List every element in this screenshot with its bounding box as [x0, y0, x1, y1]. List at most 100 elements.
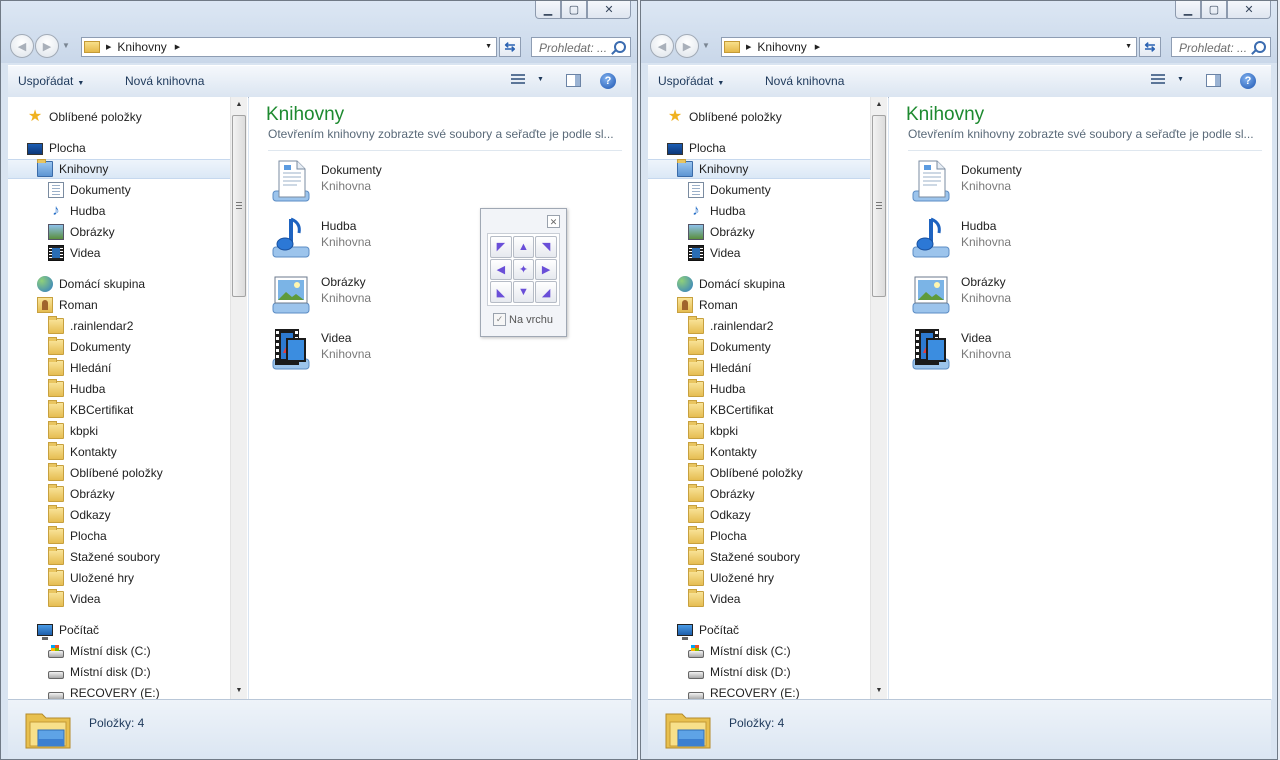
recent-pages-dropdown-icon[interactable]: ▼ [62, 34, 70, 58]
nav-item[interactable]: Dokumenty [8, 337, 230, 357]
nav-item[interactable]: Obrázky [648, 484, 870, 504]
back-button[interactable]: ◀ [650, 34, 674, 58]
new-library-button[interactable]: Nová knihovna [765, 74, 844, 88]
nav-item[interactable]: ♪ Hudba [8, 201, 230, 221]
nav-item[interactable]: Dokumenty [648, 337, 870, 357]
nav-item[interactable]: Odkazy [8, 505, 230, 525]
library-item[interactable]: Obrázky Knihovna [267, 269, 427, 317]
nav-item[interactable]: Stažené soubory [648, 547, 870, 567]
nav-item[interactable]: KBCertifikat [8, 400, 230, 420]
forward-button[interactable]: ▶ [35, 34, 59, 58]
nav-item[interactable]: Oblíbené položky [8, 463, 230, 483]
nav-item[interactable]: Uložené hry [648, 568, 870, 588]
scroll-down-icon[interactable]: ▼ [231, 683, 247, 699]
scroll-thumb[interactable] [872, 115, 886, 297]
close-button[interactable]: ✕ [587, 1, 631, 19]
library-item[interactable]: Dokumenty Knihovna [267, 157, 427, 205]
organize-button[interactable]: Uspořádat ▼ [658, 74, 724, 88]
nav-item[interactable]: kbpki [648, 421, 870, 441]
navigation-scrollbar[interactable]: ▲ ▼ [870, 97, 887, 699]
new-library-button[interactable]: Nová knihovna [125, 74, 204, 88]
arrow-bottom-right-icon[interactable]: ◢ [535, 281, 557, 303]
library-item[interactable]: Videa Knihovna [907, 325, 1067, 373]
search-icon[interactable] [614, 41, 626, 53]
back-button[interactable]: ◀ [10, 34, 34, 58]
nav-item[interactable]: Domácí skupina [648, 274, 870, 294]
nav-item[interactable]: Roman [648, 295, 870, 315]
nav-item[interactable]: .rainlendar2 [648, 316, 870, 336]
change-view-icon[interactable] [1151, 74, 1165, 87]
nav-item[interactable]: Obrázky [648, 222, 870, 242]
breadcrumb-arrow-icon[interactable]: ▶ [815, 43, 820, 51]
center-icon[interactable]: ✦ [512, 258, 535, 281]
scroll-thumb[interactable] [232, 115, 246, 297]
nav-item[interactable]: RECOVERY (E:) [8, 683, 230, 699]
address-dropdown-icon[interactable]: ▼ [485, 43, 492, 50]
nav-item[interactable]: ★ Oblíbené položky [648, 107, 870, 127]
breadcrumb-arrow-icon[interactable]: ▶ [746, 43, 751, 51]
nav-item[interactable]: .rainlendar2 [8, 316, 230, 336]
scroll-up-icon[interactable]: ▲ [231, 97, 247, 113]
nav-item[interactable]: Místní disk (C:) [8, 641, 230, 661]
breadcrumb-arrow-icon[interactable]: ▶ [175, 43, 180, 51]
nav-item[interactable]: Kontakty [8, 442, 230, 462]
preview-pane-icon[interactable] [566, 74, 581, 87]
nav-item[interactable]: RECOVERY (E:) [648, 683, 870, 699]
nav-item[interactable]: Knihovny [8, 159, 230, 179]
nav-item[interactable]: Hudba [8, 379, 230, 399]
library-item[interactable]: Videa Knihovna [267, 325, 427, 373]
nav-item[interactable]: Počítač [648, 620, 870, 640]
scroll-up-icon[interactable]: ▲ [871, 97, 887, 113]
arrow-top-right-icon[interactable]: ◥ [535, 236, 557, 258]
organize-button[interactable]: Uspořádat ▼ [18, 74, 84, 88]
navigation-scrollbar[interactable]: ▲ ▼ [230, 97, 247, 699]
recent-pages-dropdown-icon[interactable]: ▼ [702, 34, 710, 58]
library-item[interactable]: Hudba Knihovna [907, 213, 1067, 261]
nav-item[interactable]: Plocha [8, 138, 230, 158]
view-options-dropdown-icon[interactable]: ▼ [537, 76, 544, 83]
nav-item[interactable]: Dokumenty [8, 180, 230, 200]
nav-item[interactable]: Místní disk (D:) [8, 662, 230, 682]
search-input[interactable]: Prohledat: ... [531, 37, 631, 57]
maximize-button[interactable]: ▢ [1201, 1, 1227, 19]
arrow-right-icon[interactable]: ▶ [535, 258, 557, 281]
nav-item[interactable]: Plocha [648, 526, 870, 546]
checkbox-check-icon[interactable]: ✓ [493, 313, 506, 326]
address-dropdown-icon[interactable]: ▼ [1125, 43, 1132, 50]
nav-item[interactable]: Hudba [648, 379, 870, 399]
nav-item[interactable]: Oblíbené položky [648, 463, 870, 483]
forward-button[interactable]: ▶ [675, 34, 699, 58]
mover-close-icon[interactable]: ✕ [547, 215, 560, 228]
library-item[interactable]: Obrázky Knihovna [907, 269, 1067, 317]
change-view-icon[interactable] [511, 74, 525, 87]
arrow-top-left-icon[interactable]: ◤ [490, 236, 512, 258]
arrow-left-icon[interactable]: ◀ [490, 258, 512, 281]
arrow-up-icon[interactable]: ▲ [512, 236, 535, 258]
nav-item[interactable]: Videa [648, 243, 870, 263]
maximize-button[interactable]: ▢ [561, 1, 587, 19]
preview-pane-icon[interactable] [1206, 74, 1221, 87]
nav-item[interactable]: Místní disk (D:) [648, 662, 870, 682]
arrow-bottom-left-icon[interactable]: ◣ [490, 281, 512, 303]
nav-item[interactable]: Počítač [8, 620, 230, 640]
scroll-down-icon[interactable]: ▼ [871, 683, 887, 699]
nav-item[interactable]: Videa [8, 243, 230, 263]
nav-item[interactable]: ♪ Hudba [648, 201, 870, 221]
breadcrumb-libraries[interactable]: Knihovny [117, 40, 166, 54]
search-icon[interactable] [1254, 41, 1266, 53]
minimize-button[interactable]: ▁ [535, 1, 561, 19]
refresh-button[interactable]: ⇆ [499, 37, 521, 57]
help-icon[interactable]: ? [1240, 73, 1256, 89]
nav-item[interactable]: Videa [8, 589, 230, 609]
nav-item[interactable]: ★ Oblíbené položky [8, 107, 230, 127]
arrow-down-icon[interactable]: ▼ [512, 281, 535, 303]
search-input[interactable]: Prohledat: ... [1171, 37, 1271, 57]
breadcrumb-libraries[interactable]: Knihovny [757, 40, 806, 54]
nav-item[interactable]: Místní disk (C:) [648, 641, 870, 661]
refresh-button[interactable]: ⇆ [1139, 37, 1161, 57]
nav-item[interactable]: Roman [8, 295, 230, 315]
nav-item[interactable]: Odkazy [648, 505, 870, 525]
address-bar[interactable]: ▶ Knihovny ▶ ▼ [721, 37, 1137, 57]
nav-item[interactable]: Plocha [8, 526, 230, 546]
address-bar[interactable]: ▶ Knihovny ▶ ▼ [81, 37, 497, 57]
